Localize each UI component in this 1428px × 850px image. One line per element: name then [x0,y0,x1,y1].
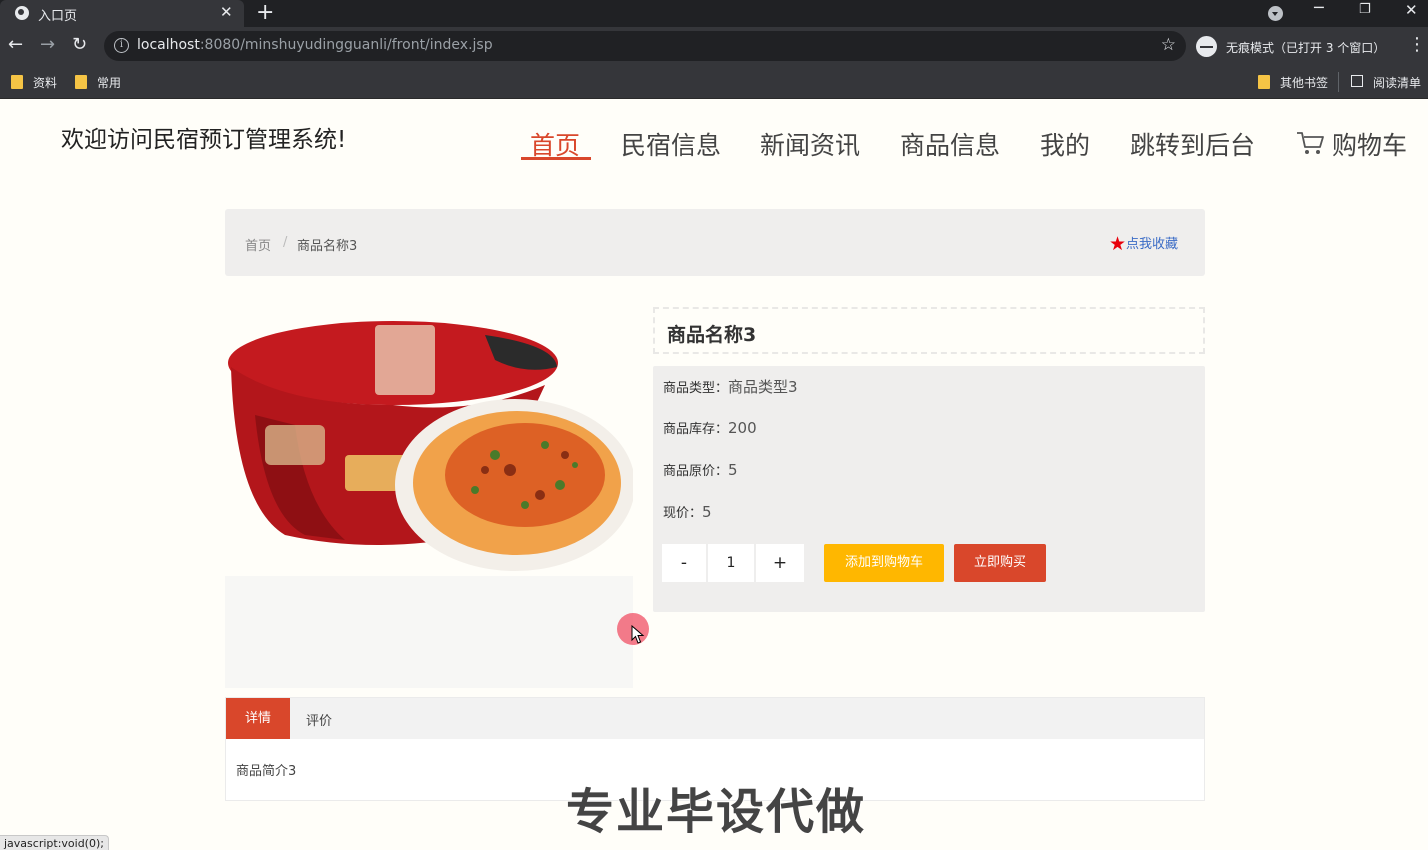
breadcrumb-current: 商品名称3 [297,239,358,254]
site-info-icon[interactable]: i [114,38,129,53]
breadcrumb-home[interactable]: 首页 [245,235,271,254]
tab-search-icon[interactable] [1268,6,1283,21]
buy-now-button[interactable]: 立即购买 [954,544,1046,582]
product-title-box: 商品名称3 [653,307,1205,354]
star-icon: ★ [1109,233,1127,255]
browser-tab-strip: 入口页 ✕ + ─ ❐ ✕ [0,0,1428,27]
bookmark-star-icon[interactable]: ☆ [1161,35,1176,55]
status-bar: javascript:void(0); [0,835,109,850]
reading-list-icon [1351,75,1363,87]
nav-mine[interactable]: 我的 [1040,126,1090,162]
breadcrumb: 首页 / 商品名称3 ★点我收藏 [225,209,1205,276]
window-close-icon[interactable]: ✕ [1405,1,1418,19]
tab-title: 入口页 [38,9,78,24]
add-to-cart-button[interactable]: 添加到购物车 [824,544,944,582]
globe-icon [15,6,29,20]
incognito-icon [1196,36,1217,57]
watermark-text: 专业毕设代做 [566,784,867,840]
product-description: 商品简介3 [236,764,297,779]
favorite-link[interactable]: ★点我收藏 [1109,233,1178,255]
nav-news[interactable]: 新闻资讯 [760,126,860,162]
product-original-price: 商品原价：5 [663,461,738,479]
address-bar[interactable]: i localhost:8080/minshuyudingguanli/fron… [104,31,1186,61]
product-info-panel: 商品类型：商品类型3 商品库存：200 商品原价：5 现价：5 - 1 + 添加… [653,366,1205,612]
mouse-cursor-icon [631,625,645,644]
quantity-decrease-button[interactable]: - [662,544,706,582]
image-caption-area [225,576,633,688]
browser-toolbar: ← → ↻ i localhost:8080/minshuyudingguanl… [0,27,1428,65]
nav-goods-info[interactable]: 商品信息 [900,126,1000,162]
back-arrow-icon[interactable]: ← [8,34,23,55]
nav-cart[interactable]: 购物车 [1332,126,1407,162]
product-stock: 商品库存：200 [663,419,757,437]
browser-menu-icon[interactable]: ⋮ [1408,34,1426,55]
quantity-increase-button[interactable]: + [756,544,804,582]
forward-arrow-icon[interactable]: → [40,34,55,55]
bookmarks-bar: 资料 常用 其他书签 阅读清单 [0,65,1428,99]
product-name: 商品名称3 [667,324,757,346]
product-type: 商品类型：商品类型3 [663,378,798,396]
product-current-price: 现价：5 [663,503,712,521]
minimize-icon[interactable]: ─ [1314,0,1324,17]
product-image [225,305,635,688]
site-title: 欢迎访问民宿预订管理系统! [61,127,347,153]
restore-icon[interactable]: ❐ [1359,2,1371,17]
incognito-label: 无痕模式（已打开 3 个窗口） [1226,41,1386,55]
bookmarks-divider [1338,72,1339,92]
nav-homestay-info[interactable]: 民宿信息 [621,126,721,162]
tabs-header: 详情 评价 [226,698,1204,739]
nav-admin[interactable]: 跳转到后台 [1130,126,1255,162]
reload-icon[interactable]: ↻ [72,34,87,55]
folder-icon [11,75,23,89]
product-photo [228,321,635,571]
folder-icon [75,75,87,89]
folder-icon [1258,75,1270,89]
quantity-input[interactable]: 1 [707,544,755,582]
tab-detail[interactable]: 详情 [226,698,290,739]
cart-icon[interactable] [1296,130,1326,156]
tab-close-icon[interactable]: ✕ [220,3,233,21]
new-tab-button[interactable]: + [256,0,274,26]
browser-tab[interactable]: 入口页 ✕ [0,0,244,27]
nav-active-indicator [521,157,591,160]
breadcrumb-separator: / [283,235,288,250]
tab-review[interactable]: 评价 [306,710,332,729]
url-text: localhost:8080/minshuyudingguanli/front/… [137,37,493,53]
